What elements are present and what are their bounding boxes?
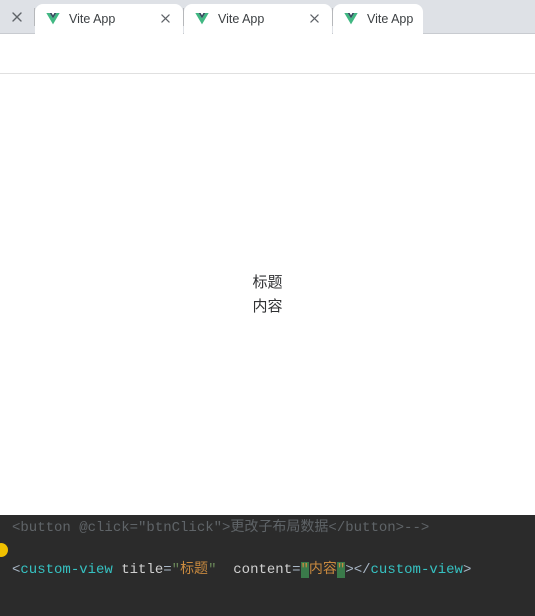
browser-tabs: Vite App Vite App Vite App bbox=[0, 0, 535, 34]
lightbulb-icon[interactable] bbox=[0, 543, 8, 557]
vue-icon bbox=[45, 11, 61, 27]
tab-title: Vite App bbox=[69, 12, 149, 26]
vue-icon bbox=[343, 11, 359, 27]
tab-title: Vite App bbox=[367, 12, 413, 26]
close-icon[interactable] bbox=[157, 11, 173, 27]
tab-title: Vite App bbox=[218, 12, 298, 26]
page-content: 内容 bbox=[252, 295, 282, 319]
close-icon[interactable] bbox=[306, 11, 322, 27]
tab[interactable]: Vite App bbox=[333, 4, 423, 34]
close-icon[interactable] bbox=[0, 12, 34, 22]
tab[interactable]: Vite App bbox=[35, 4, 183, 34]
vue-icon bbox=[194, 11, 210, 27]
page-title: 标题 bbox=[252, 271, 282, 295]
tab[interactable]: Vite App bbox=[184, 4, 332, 34]
page-viewport: 标题 内容 bbox=[0, 74, 535, 515]
address-bar bbox=[0, 34, 535, 74]
code-line: <custom-view title="标题" content="内容"></c… bbox=[12, 539, 535, 581]
code-line: <button @click="btnClick">更改子布局数据</butto… bbox=[12, 515, 535, 539]
code-editor[interactable]: <button @click="btnClick">更改子布局数据</butto… bbox=[0, 515, 535, 616]
